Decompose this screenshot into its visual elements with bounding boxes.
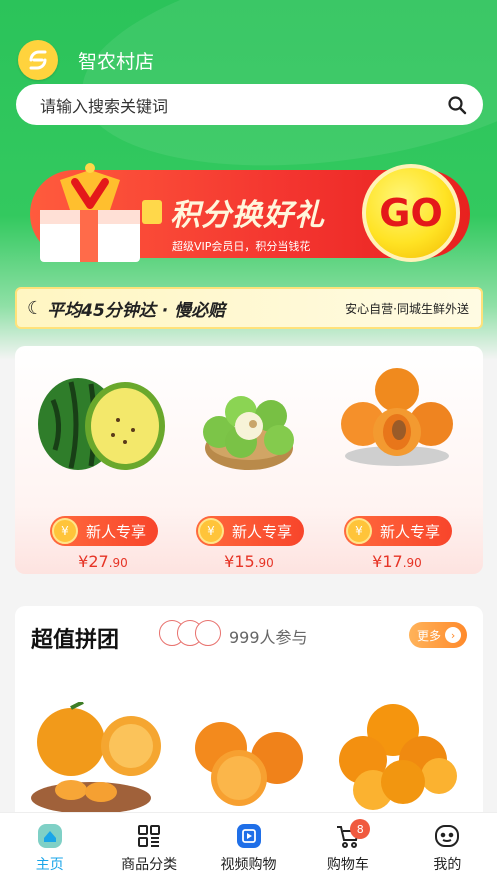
product-card[interactable]: ¥ 新人专享 ¥17.90 <box>327 360 467 571</box>
new-user-badge: ¥ 新人专享 <box>196 516 304 546</box>
delivery-promo[interactable]: ☾ 平均45分钟达 · 慢必赔 安心自营·同城生鲜外送 <box>15 287 483 329</box>
orange-image[interactable] <box>191 718 311 808</box>
product-card[interactable]: ¥ 新人专享 ¥15.90 <box>179 360 319 571</box>
tangerine-image[interactable] <box>31 702 171 812</box>
participant-avatars <box>159 620 221 646</box>
tab-home[interactable]: 主页 <box>0 813 99 883</box>
search-bar[interactable]: 请输入搜索关键词 <box>16 84 483 125</box>
tab-cart[interactable]: 8 购物车 <box>298 813 397 883</box>
go-button[interactable]: GO <box>362 164 460 262</box>
badge-label: 新人专享 <box>86 522 147 541</box>
tab-video[interactable]: 视频购物 <box>199 813 298 883</box>
watermelon-image <box>38 378 165 470</box>
search-input[interactable]: 请输入搜索关键词 <box>40 93 447 117</box>
yen-coin-icon: ¥ <box>52 518 78 544</box>
category-icon <box>136 823 162 849</box>
bottom-tab-bar: 主页 商品分类 视频购物 8 购物车 我的 <box>0 812 497 883</box>
tab-label: 商品分类 <box>121 857 178 873</box>
shop-logo <box>18 40 58 80</box>
navel-orange-image[interactable] <box>333 702 463 812</box>
gift-box-icon <box>40 163 162 262</box>
new-user-badge: ¥ 新人专享 <box>50 516 158 546</box>
more-label: 更多 <box>417 628 442 643</box>
group-buy-card: 超值拼团 999人参与 更多 › <box>15 606 483 826</box>
tab-profile[interactable]: 我的 <box>398 813 497 883</box>
group-buy-title: 超值拼团 <box>31 628 120 653</box>
promo-side-text: 安心自营·同城生鲜外送 <box>345 301 469 316</box>
banner-subtitle: 超级VIP会员日，积分当钱花 <box>172 240 311 253</box>
profile-icon <box>434 823 460 849</box>
home-icon <box>37 823 63 849</box>
avatar <box>195 620 221 646</box>
new-user-products-card: ¥ 新人专享 ¥27.90 ¥ 新人专享 ¥15.90 ¥ 新人专享 ¥17.9… <box>15 346 483 574</box>
badge-label: 新人专享 <box>380 522 441 541</box>
go-label: GO <box>379 191 443 235</box>
top-bar: 智农村店 <box>18 40 154 80</box>
new-user-badge: ¥ 新人专享 <box>344 516 452 546</box>
tab-label: 我的 <box>433 857 462 873</box>
promo-main-text: 平均45分钟达 · 慢必赔 <box>47 300 226 321</box>
chevron-right-icon: › <box>445 627 462 643</box>
yen-coin-icon: ¥ <box>198 518 224 544</box>
product-price: ¥27.90 <box>78 552 128 571</box>
jujube-image <box>203 396 294 470</box>
promo-main: ☾ 平均45分钟达 · 慢必赔 <box>27 296 345 321</box>
product-card[interactable]: ¥ 新人专享 ¥27.90 <box>33 360 173 571</box>
search-icon[interactable] <box>447 95 467 115</box>
moon-icon: ☾ <box>27 297 44 319</box>
participants-count: 999人参与 <box>229 628 308 647</box>
tab-category[interactable]: 商品分类 <box>99 813 198 883</box>
apricot-image <box>341 368 453 466</box>
cart-count-badge: 8 <box>350 819 371 839</box>
tab-label: 主页 <box>35 857 64 873</box>
product-price: ¥15.90 <box>224 552 274 571</box>
points-banner[interactable]: 积分换好礼 超级VIP会员日，积分当钱花 GO <box>30 160 470 268</box>
video-icon <box>236 823 262 849</box>
tab-label: 购物车 <box>326 857 369 873</box>
yen-coin-icon: ¥ <box>346 518 372 544</box>
shop-name: 智农村店 <box>78 50 155 73</box>
more-button[interactable]: 更多 › <box>409 622 467 648</box>
banner-title: 积分换好礼 <box>170 198 325 233</box>
tab-label: 视频购物 <box>220 857 277 873</box>
badge-label: 新人专享 <box>232 522 293 541</box>
product-price: ¥17.90 <box>372 552 422 571</box>
section-title: 超值拼团 <box>31 622 119 654</box>
